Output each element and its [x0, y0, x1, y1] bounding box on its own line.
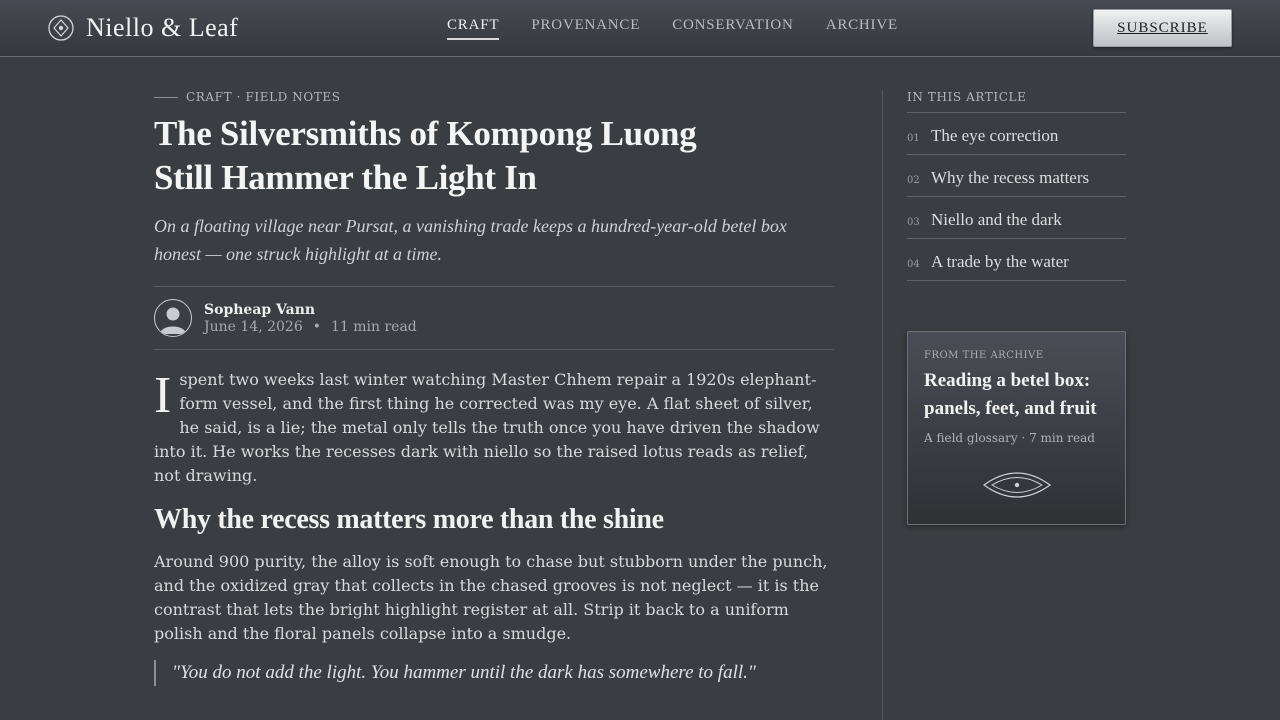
- author-avatar[interactable]: [154, 299, 192, 337]
- body-paragraph: Around 900 purity, the alloy is soft eno…: [154, 552, 828, 643]
- archive-card[interactable]: FROM THE ARCHIVE Reading a betel box: pa…: [907, 331, 1126, 525]
- archive-meta: A field glossary · 7 min read: [924, 431, 1095, 445]
- toc-label: A trade by the water: [931, 252, 1069, 271]
- lead-text: spent two weeks last winter watching Mas…: [154, 370, 820, 485]
- article-title: The Silversmiths of Kompong Luong Still …: [154, 114, 697, 197]
- byline: Sopheap Vann June 14, 2026 • 11 min read: [154, 286, 834, 350]
- toc-label: Niello and the dark: [931, 210, 1062, 229]
- toc-item-2[interactable]: 02 Why the recess matters: [907, 155, 1126, 197]
- eyebrow-rule: [154, 96, 178, 98]
- table-of-contents: IN THIS ARTICLE 01 The eye correction 02…: [907, 90, 1126, 281]
- toc-item-3[interactable]: 03 Niello and the dark: [907, 197, 1126, 239]
- toc-item-1[interactable]: 01 The eye correction: [907, 113, 1126, 155]
- brand[interactable]: Niello & Leaf: [48, 13, 238, 43]
- article-meta: June 14, 2026 • 11 min read: [204, 319, 417, 335]
- eye-ornament-icon: [982, 472, 1051, 498]
- article-eyebrow: CRAFT · FIELD NOTES: [154, 90, 834, 104]
- toc-label: Why the recess matters: [931, 168, 1090, 187]
- nav-provenance[interactable]: PROVENANCE: [531, 17, 640, 40]
- author-name[interactable]: Sopheap Vann: [204, 302, 417, 318]
- toc-label: The eye correction: [931, 126, 1059, 145]
- drop-cap: I: [154, 367, 172, 424]
- toc-heading: IN THIS ARTICLE: [907, 90, 1126, 113]
- eyebrow-label: CRAFT · FIELD NOTES: [186, 90, 341, 104]
- archive-title: Reading a betel box: panels, feet, and f…: [924, 370, 1097, 419]
- toc-number: 02: [907, 175, 920, 186]
- medallion-icon: [48, 15, 74, 41]
- toc-number: 04: [907, 259, 920, 270]
- archive-kicker: FROM THE ARCHIVE: [924, 350, 1044, 361]
- article-dek: On a floating village near Pursat, a van…: [154, 216, 787, 264]
- sidebar-divider: [882, 90, 883, 720]
- article: CRAFT · FIELD NOTES The Silversmiths of …: [154, 90, 834, 686]
- lead-paragraph: Ispent two weeks last winter watching Ma…: [154, 368, 834, 488]
- pull-quote: "You do not add the light. You hammer un…: [154, 660, 834, 686]
- top-navigation-bar: Niello & Leaf CRAFT PROVENANCE CONSERVAT…: [0, 0, 1280, 57]
- nav-archive[interactable]: ARCHIVE: [826, 17, 898, 40]
- toc-number: 03: [907, 217, 920, 228]
- read-time: 11 min read: [331, 318, 417, 335]
- toc-item-4[interactable]: 04 A trade by the water: [907, 239, 1126, 281]
- user-icon: [160, 307, 186, 334]
- nav-craft[interactable]: CRAFT: [447, 17, 500, 40]
- subscribe-button[interactable]: SUBSCRIBE: [1093, 9, 1232, 47]
- brand-name: Niello & Leaf: [86, 13, 239, 42]
- toc-number: 01: [907, 133, 920, 144]
- meta-separator: •: [312, 318, 321, 335]
- byline-text: Sopheap Vann June 14, 2026 • 11 min read: [204, 302, 417, 335]
- nav-conservation[interactable]: CONSERVATION: [672, 17, 793, 40]
- section-heading: Why the recess matters more than the shi…: [154, 504, 664, 535]
- publish-date: June 14, 2026: [204, 318, 303, 335]
- main-nav: CRAFT PROVENANCE CONSERVATION ARCHIVE: [447, 17, 930, 40]
